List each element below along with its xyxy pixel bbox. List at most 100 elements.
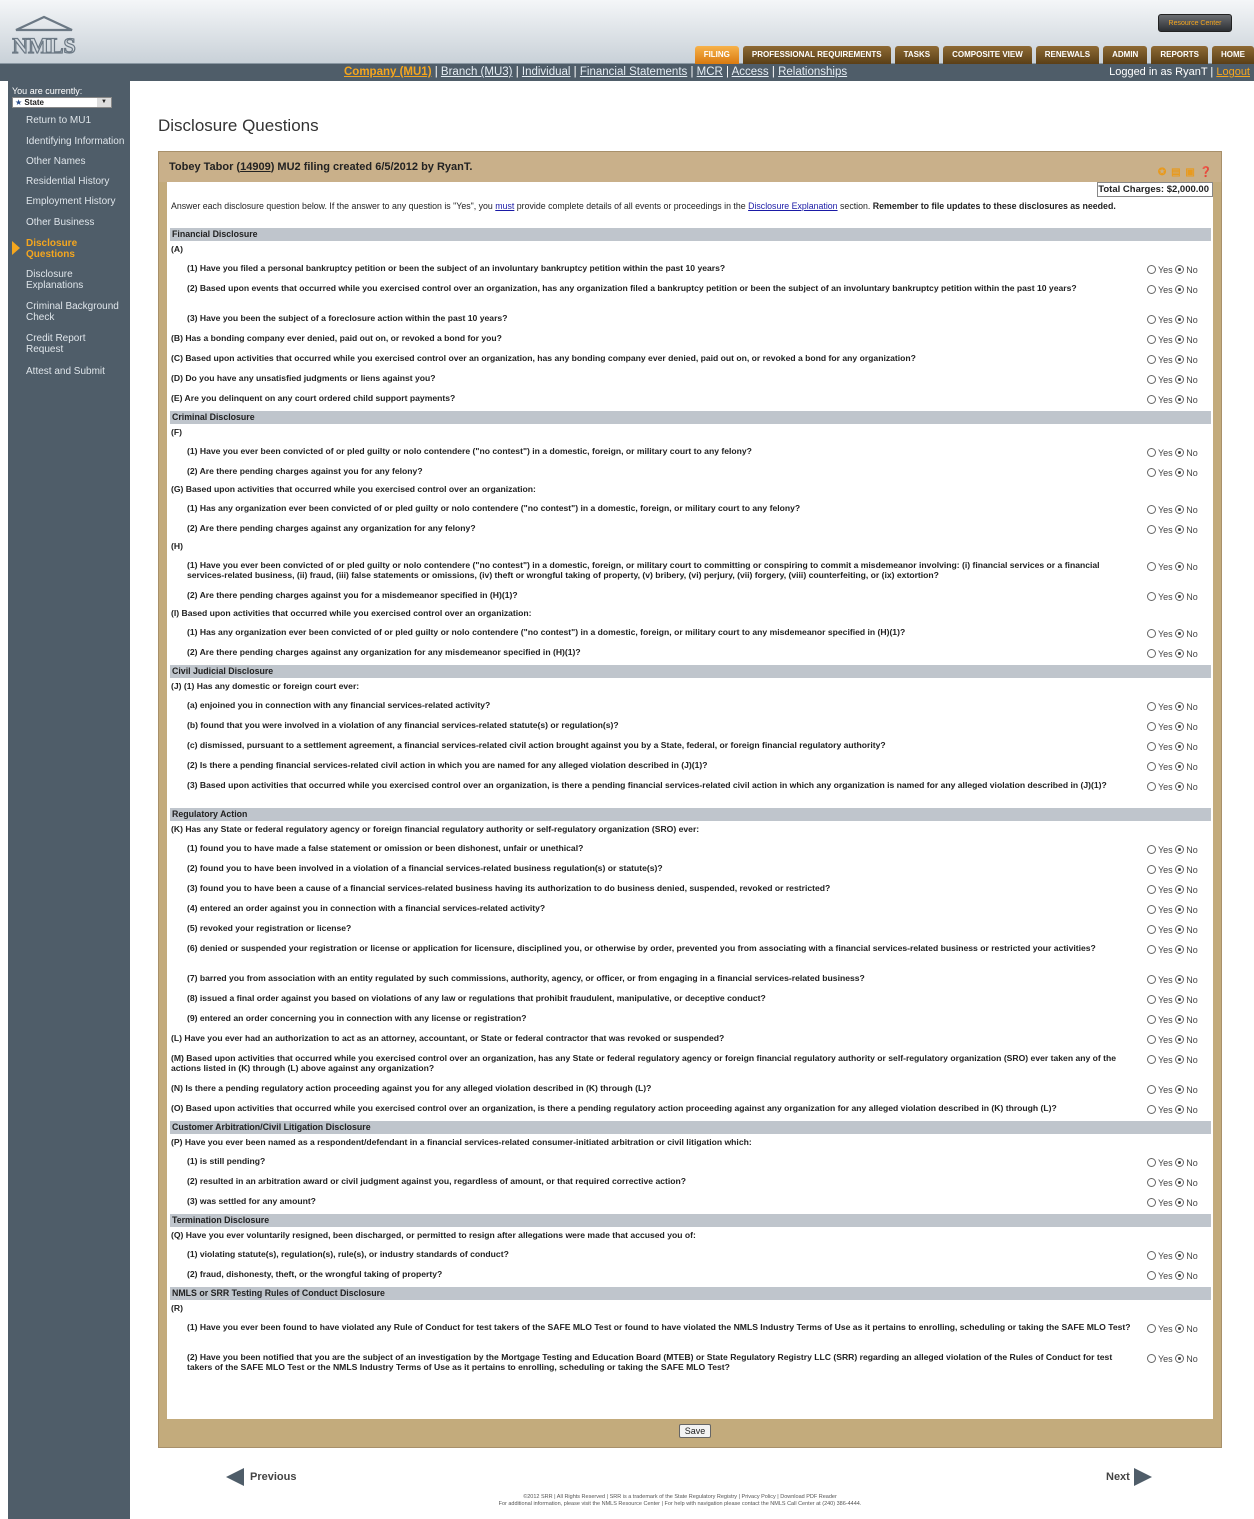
sidebar-item-residential-history[interactable]: Residential History <box>26 176 126 187</box>
radio-no[interactable] <box>1175 468 1185 477</box>
tab-admin[interactable]: ADMIN <box>1103 46 1148 64</box>
radio-no[interactable] <box>1175 265 1185 274</box>
radio-yes[interactable] <box>1147 1354 1156 1363</box>
info-icon[interactable]: ❓ <box>1200 167 1213 178</box>
radio-no[interactable] <box>1175 525 1185 534</box>
radio-yes[interactable] <box>1147 395 1156 404</box>
radio-yes[interactable] <box>1147 335 1156 344</box>
radio-no[interactable] <box>1175 1324 1185 1333</box>
sidebar-item-attest-and-submit[interactable]: Attest and Submit <box>26 366 126 377</box>
radio-yes[interactable] <box>1147 995 1156 1004</box>
radio-no[interactable] <box>1175 1251 1185 1260</box>
tab-filing[interactable]: FILING <box>694 46 739 64</box>
radio-no[interactable] <box>1175 742 1185 751</box>
radio-no[interactable] <box>1175 1354 1185 1363</box>
tab-reports[interactable]: REPORTS <box>1151 46 1208 64</box>
radio-no[interactable] <box>1175 592 1185 601</box>
radio-yes[interactable] <box>1147 945 1156 954</box>
radio-no[interactable] <box>1175 395 1185 404</box>
radio-yes[interactable] <box>1147 762 1156 771</box>
sidebar-item-disclosure-questions[interactable]: Disclosure Questions <box>26 238 96 260</box>
radio-yes[interactable] <box>1147 1035 1156 1044</box>
subnav-company-mu1[interactable]: Company (MU1) <box>344 66 432 78</box>
radio-no[interactable] <box>1175 562 1185 571</box>
sidebar-item-other-business[interactable]: Other Business <box>26 217 126 228</box>
radio-no[interactable] <box>1175 925 1185 934</box>
sidebar-item-identifying-information[interactable]: Identifying Information <box>26 136 126 147</box>
tab-professional-requirements[interactable]: PROFESSIONAL REQUIREMENTS <box>742 46 891 64</box>
radio-yes[interactable] <box>1147 742 1156 751</box>
radio-no[interactable] <box>1175 995 1185 1004</box>
radio-yes[interactable] <box>1147 1085 1156 1094</box>
radio-yes[interactable] <box>1147 265 1156 274</box>
radio-no[interactable] <box>1175 649 1185 658</box>
radio-yes[interactable] <box>1147 315 1156 324</box>
radio-yes[interactable] <box>1147 702 1156 711</box>
tab-tasks[interactable]: TASKS <box>894 46 940 64</box>
radio-yes[interactable] <box>1147 782 1156 791</box>
tab-composite-view[interactable]: COMPOSITE VIEW <box>943 46 1032 64</box>
radio-no[interactable] <box>1175 975 1185 984</box>
radio-no[interactable] <box>1175 1085 1185 1094</box>
radio-yes[interactable] <box>1147 1324 1156 1333</box>
resource-center-button[interactable]: Resource Center <box>1158 14 1232 32</box>
radio-yes[interactable] <box>1147 1158 1156 1167</box>
radio-no[interactable] <box>1175 1035 1185 1044</box>
radio-no[interactable] <box>1175 629 1185 638</box>
radio-yes[interactable] <box>1147 592 1156 601</box>
radio-no[interactable] <box>1175 285 1185 294</box>
sidebar-item-return-to-mu1[interactable]: Return to MU1 <box>26 115 126 126</box>
subnav-financial-statements[interactable]: Financial Statements <box>580 66 687 78</box>
radio-yes[interactable] <box>1147 1198 1156 1207</box>
radio-yes[interactable] <box>1147 905 1156 914</box>
subnav-branch-mu3[interactable]: Branch (MU3) <box>441 66 513 78</box>
tab-renewals[interactable]: RENEWALS <box>1035 46 1100 64</box>
radio-yes[interactable] <box>1147 1178 1156 1187</box>
logout-link[interactable]: Logout <box>1216 66 1250 78</box>
sidebar-item-credit-report-request[interactable]: Credit Report Request <box>26 333 96 355</box>
radio-yes[interactable] <box>1147 1105 1156 1114</box>
sidebar-item-disclosure-explanations[interactable]: Disclosure Explanations <box>26 269 96 291</box>
radio-no[interactable] <box>1175 355 1185 364</box>
radio-no[interactable] <box>1175 885 1185 894</box>
radio-yes[interactable] <box>1147 505 1156 514</box>
radio-yes[interactable] <box>1147 1015 1156 1024</box>
radio-yes[interactable] <box>1147 285 1156 294</box>
subnav-access[interactable]: Access <box>732 66 769 78</box>
radio-yes[interactable] <box>1147 448 1156 457</box>
pdf-icon[interactable]: ▣ <box>1185 167 1195 178</box>
radio-yes[interactable] <box>1147 629 1156 638</box>
radio-yes[interactable] <box>1147 722 1156 731</box>
state-select[interactable]: ★ State ▼ <box>12 97 112 108</box>
radio-yes[interactable] <box>1147 375 1156 384</box>
radio-yes[interactable] <box>1147 355 1156 364</box>
radio-yes[interactable] <box>1147 468 1156 477</box>
radio-no[interactable] <box>1175 375 1185 384</box>
radio-yes[interactable] <box>1147 925 1156 934</box>
radio-no[interactable] <box>1175 702 1185 711</box>
sidebar-item-other-names[interactable]: Other Names <box>26 156 126 167</box>
radio-no[interactable] <box>1175 1158 1185 1167</box>
radio-yes[interactable] <box>1147 865 1156 874</box>
next-button[interactable]: Next <box>1106 1468 1152 1486</box>
print-icon[interactable]: ▤ <box>1171 167 1181 178</box>
radio-no[interactable] <box>1175 1178 1185 1187</box>
radio-no[interactable] <box>1175 1198 1185 1207</box>
nmls-logo[interactable]: NMLS <box>12 14 76 58</box>
help-icon[interactable]: ✪ <box>1158 167 1167 178</box>
radio-yes[interactable] <box>1147 885 1156 894</box>
radio-no[interactable] <box>1175 1271 1185 1280</box>
tab-home[interactable]: HOME <box>1212 46 1254 64</box>
radio-no[interactable] <box>1175 722 1185 731</box>
disclosure-explanation-link[interactable]: Disclosure Explanation <box>748 201 837 211</box>
radio-yes[interactable] <box>1147 1251 1156 1260</box>
radio-no[interactable] <box>1175 865 1185 874</box>
radio-no[interactable] <box>1175 315 1185 324</box>
radio-no[interactable] <box>1175 448 1185 457</box>
radio-no[interactable] <box>1175 1055 1185 1064</box>
sidebar-item-employment-history[interactable]: Employment History <box>26 196 126 207</box>
radio-no[interactable] <box>1175 782 1185 791</box>
radio-yes[interactable] <box>1147 845 1156 854</box>
radio-no[interactable] <box>1175 945 1185 954</box>
radio-no[interactable] <box>1175 505 1185 514</box>
